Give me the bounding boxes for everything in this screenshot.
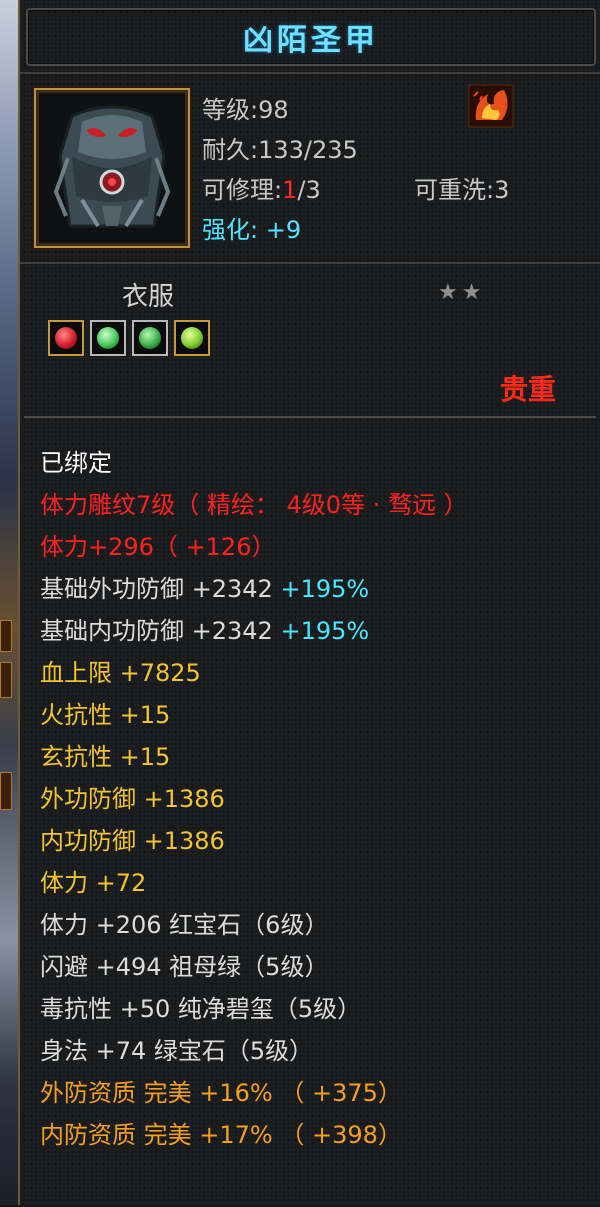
item-tooltip: 凶陌圣甲 等级:98 耐久:133/235 可修理:1/3 可重洗:3 强化: … bbox=[18, 0, 600, 1205]
gem-attr-line-4: 身法 +74 绿宝石（5级） bbox=[40, 1037, 314, 1065]
background-game-scene bbox=[0, 0, 18, 1205]
bound-status: 已绑定 bbox=[40, 449, 112, 477]
rewash-value: :3 bbox=[486, 176, 510, 204]
rarity-label: 贵重 bbox=[500, 373, 557, 406]
equipment-slot: 衣服 bbox=[122, 282, 175, 312]
mystic-res-line: 玄抗性 +15 bbox=[40, 743, 171, 771]
level-value: :98 bbox=[250, 96, 289, 124]
base-ext-def-percent: +195% bbox=[280, 575, 370, 603]
star-rating: ★★ bbox=[438, 280, 486, 305]
enhance-label: 强化: bbox=[202, 216, 259, 244]
rewash-stat: 可重洗:3 bbox=[414, 170, 509, 205]
rewash-label: 可重洗 bbox=[414, 176, 486, 204]
base-int-def-line: 基础内功防御 +2342 +195% bbox=[40, 610, 468, 652]
engrave-line: 体力雕纹7级（ 精绘： 4级0等 · 骛远 ） bbox=[40, 491, 468, 519]
attribute-list: 已绑定 体力雕纹7级（ 精绘： 4级0等 · 骛远 ） 体力+296（ +126… bbox=[40, 442, 468, 1156]
attribute-panel: 已绑定 体力雕纹7级（ 精绘： 4级0等 · 骛远 ） 体力+296（ +126… bbox=[24, 416, 596, 1207]
title-bar: 凶陌圣甲 bbox=[26, 8, 596, 66]
red-gem-icon bbox=[55, 327, 77, 349]
background-ui-fragment bbox=[0, 620, 12, 652]
stamina-bonus-line: 体力 +72 bbox=[40, 869, 147, 897]
gem-attr-line-2: 闪避 +494 祖母绿（5级） bbox=[40, 953, 329, 981]
repair-label: 可修理: bbox=[202, 176, 283, 204]
durability-label: 耐久 bbox=[202, 136, 250, 164]
enhance-value: +9 bbox=[265, 216, 302, 244]
gem-socket-2[interactable] bbox=[90, 320, 126, 356]
fire-res-line: 火抗性 +15 bbox=[40, 701, 171, 729]
background-ui-fragment bbox=[0, 662, 12, 698]
durability-stat: 耐久:133/235 bbox=[202, 130, 358, 165]
green-gem-icon bbox=[181, 327, 203, 349]
divider bbox=[20, 72, 600, 74]
flame-emblem-icon bbox=[468, 84, 514, 128]
int-def-line: 内功防御 +1386 bbox=[40, 827, 225, 855]
ext-def-line: 外功防御 +1386 bbox=[40, 785, 225, 813]
hp-max-line: 血上限 +7825 bbox=[40, 659, 201, 687]
armor-icon bbox=[42, 96, 182, 240]
int-quality-line: 内防资质 完美 +17% （ +398） bbox=[40, 1121, 402, 1149]
enhance-stat: 强化: +9 bbox=[202, 210, 301, 245]
level-stat: 等级:98 bbox=[202, 90, 289, 125]
gem-attr-line-1: 体力 +206 红宝石（6级） bbox=[40, 911, 329, 939]
gem-socket-1[interactable] bbox=[48, 320, 84, 356]
gem-socket-3[interactable] bbox=[132, 320, 168, 356]
gem-socket-4[interactable] bbox=[174, 320, 210, 356]
background-ui-fragment bbox=[0, 772, 12, 810]
repair-stat: 可修理:1/3 bbox=[202, 170, 321, 205]
divider bbox=[20, 262, 600, 264]
level-label: 等级 bbox=[202, 96, 250, 124]
durability-value: :133/235 bbox=[250, 136, 358, 164]
green-gem-icon bbox=[97, 327, 119, 349]
stamina-main-line: 体力+296（ +126） bbox=[40, 533, 276, 561]
gem-sockets bbox=[48, 320, 210, 356]
gem-attr-line-3: 毒抗性 +50 纯净碧玺（5级） bbox=[40, 995, 362, 1023]
base-ext-def-value: 基础外功防御 +2342 bbox=[40, 575, 273, 603]
base-int-def-value: 基础内功防御 +2342 bbox=[40, 617, 273, 645]
item-name: 凶陌圣甲 bbox=[243, 23, 379, 58]
repair-total: /3 bbox=[297, 176, 321, 204]
repair-used: 1 bbox=[282, 176, 298, 204]
item-portrait bbox=[34, 88, 190, 248]
base-int-def-percent: +195% bbox=[280, 617, 370, 645]
ext-quality-line: 外防资质 完美 +16% （ +375） bbox=[40, 1079, 402, 1107]
base-ext-def-line: 基础外功防御 +2342 +195% bbox=[40, 568, 468, 610]
green-gem-icon bbox=[139, 327, 161, 349]
